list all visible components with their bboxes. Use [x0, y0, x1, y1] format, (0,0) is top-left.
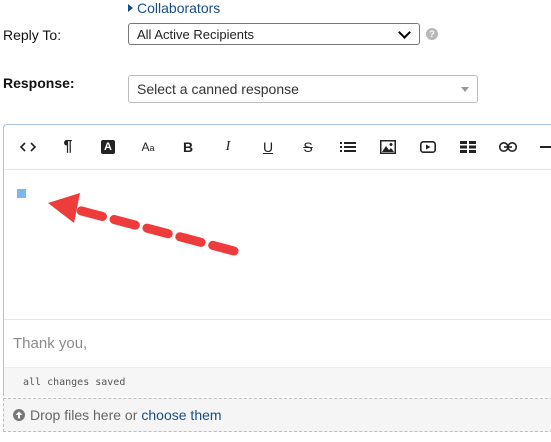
red-dashed-arrow-icon: [48, 193, 239, 256]
link-icon: [499, 142, 517, 152]
chevron-down-icon: [398, 25, 411, 39]
canned-response-select[interactable]: Select a canned response: [128, 75, 478, 103]
bold-button[interactable]: B: [178, 137, 198, 157]
strikethrough-icon: S: [303, 139, 313, 155]
choose-files-link[interactable]: choose them: [141, 407, 221, 423]
strikethrough-button[interactable]: S: [298, 137, 318, 157]
insert-table-button[interactable]: [458, 137, 478, 157]
video-icon: [420, 141, 436, 153]
signature-text: Thank you,: [4, 319, 551, 367]
reply-to-label: Reply To:: [3, 27, 62, 43]
list-icon: [340, 142, 356, 152]
text-color-icon: A: [101, 140, 115, 154]
italic-icon: I: [225, 139, 231, 154]
insert-link-button[interactable]: [498, 137, 518, 157]
underline-icon: U: [262, 139, 274, 155]
dropdown-caret-icon: [461, 86, 469, 92]
text-cursor: [17, 189, 26, 198]
image-icon: [380, 140, 396, 154]
bold-icon: B: [182, 139, 194, 155]
table-icon: [460, 141, 476, 153]
paragraph-format-button[interactable]: ¶: [58, 137, 78, 157]
code-icon: [20, 142, 36, 152]
help-icon[interactable]: ?: [426, 28, 438, 40]
horizontal-line-icon: [540, 146, 551, 148]
response-label: Response:: [3, 75, 75, 91]
editor-toolbar: ¶ A Aa B I U S: [4, 125, 551, 170]
insert-image-button[interactable]: [378, 137, 398, 157]
reply-to-value: All Active Recipients: [137, 26, 255, 42]
underline-button[interactable]: U: [258, 137, 278, 157]
unordered-list-button[interactable]: [338, 137, 358, 157]
code-view-button[interactable]: [18, 137, 38, 157]
canned-response-placeholder: Select a canned response: [137, 81, 299, 97]
reply-to-select[interactable]: All Active Recipients: [128, 23, 420, 45]
save-status: all changes saved: [4, 367, 551, 397]
paragraph-icon: ¶: [63, 138, 73, 155]
font-size-icon: Aa: [141, 140, 155, 154]
font-size-button[interactable]: Aa: [138, 137, 158, 157]
italic-button[interactable]: I: [218, 137, 238, 157]
upload-icon: [13, 409, 25, 421]
caret-right-icon: [128, 4, 133, 12]
editor-content-area[interactable]: [4, 169, 551, 319]
drop-files-text: Drop files here or: [30, 407, 138, 423]
collaborators-link[interactable]: Collaborators: [128, 0, 220, 16]
insert-video-button[interactable]: [418, 137, 438, 157]
collaborators-label: Collaborators: [137, 0, 221, 16]
file-drop-zone[interactable]: Drop files here or choose them: [3, 398, 551, 432]
text-color-button[interactable]: A: [98, 137, 118, 157]
rich-text-editor: ¶ A Aa B I U S Thank you, all changes sa…: [3, 124, 551, 397]
horizontal-line-button[interactable]: [538, 137, 551, 157]
